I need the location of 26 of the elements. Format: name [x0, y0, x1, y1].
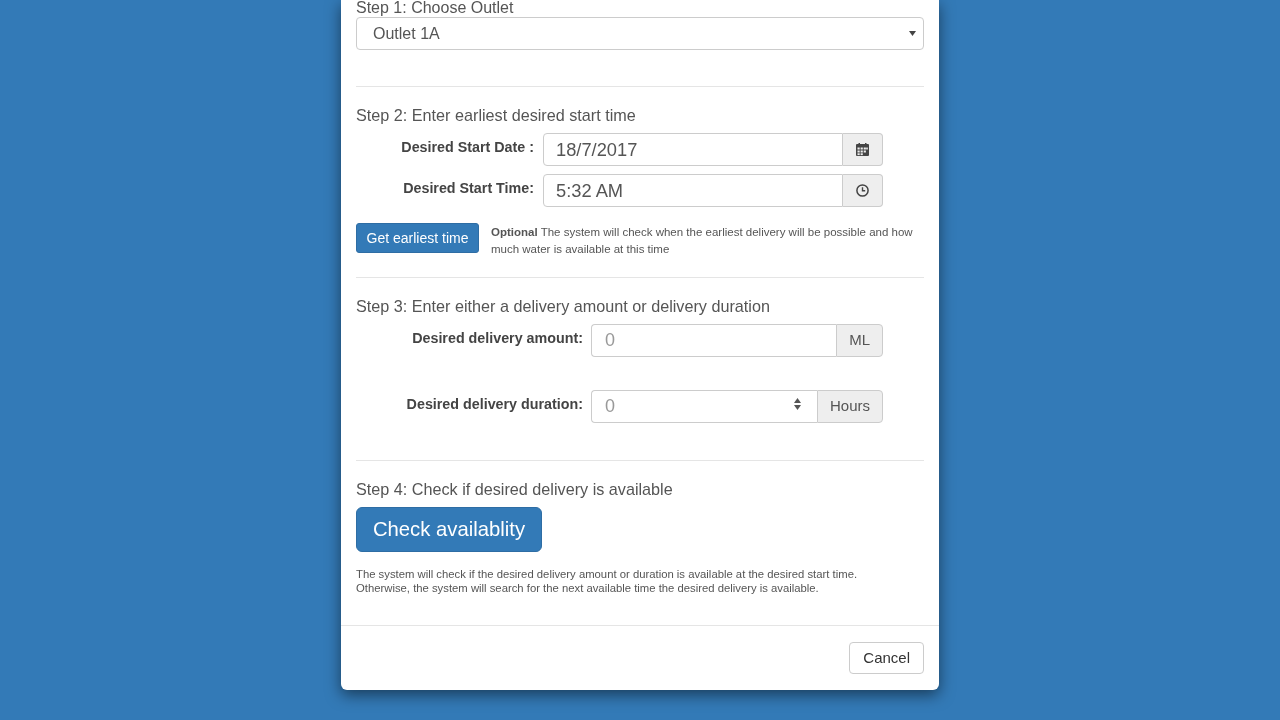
number-input[interactable]: 0	[591, 324, 837, 357]
calendar-button[interactable]	[843, 133, 883, 166]
date-input[interactable]: 18/7/2017	[543, 133, 843, 166]
caret-icon	[909, 31, 916, 36]
check-availability-button[interactable]: Check availablity	[356, 507, 542, 552]
step-label: Step 3: Enter either a delivery amount or delivery duration	[356, 296, 770, 316]
field-label: Desired delivery duration:	[406, 395, 583, 413]
unit-addon: Hours	[817, 390, 883, 423]
step-label: Step 4: Check if desired delivery is available	[356, 479, 673, 499]
clock-button[interactable]	[843, 174, 883, 207]
step-label: Step 1: Choose Outlet	[356, 0, 514, 16]
field-label: Desired Start Time:	[403, 179, 534, 197]
number-input[interactable]: 0	[591, 390, 817, 423]
unit-addon: ML	[836, 324, 883, 357]
clock-icon	[856, 184, 869, 197]
field-label: Desired Start Date :	[401, 138, 534, 156]
help-text: The system will check if the desired delivery amount or duration is available at the desired start time. Otherwise, the system will search for the next available time the desired delivery is available.	[356, 567, 859, 595]
step-label: Step 2: Enter earliest desired start time	[356, 105, 636, 125]
field-label: Desired delivery amount:	[412, 329, 583, 347]
calendar-icon	[856, 143, 869, 156]
spinner-icon[interactable]	[794, 398, 801, 410]
help-text: Optional The system will check when the earliest delivery will be possible and how much water is available at this time	[491, 225, 914, 257]
outlet-select[interactable]: Outlet 1A	[356, 17, 924, 50]
time-input[interactable]: 5:32 AM	[543, 174, 843, 207]
cancel-button[interactable]: Cancel	[849, 642, 924, 674]
get-earliest-time-button[interactable]: Get earliest time	[356, 223, 479, 253]
